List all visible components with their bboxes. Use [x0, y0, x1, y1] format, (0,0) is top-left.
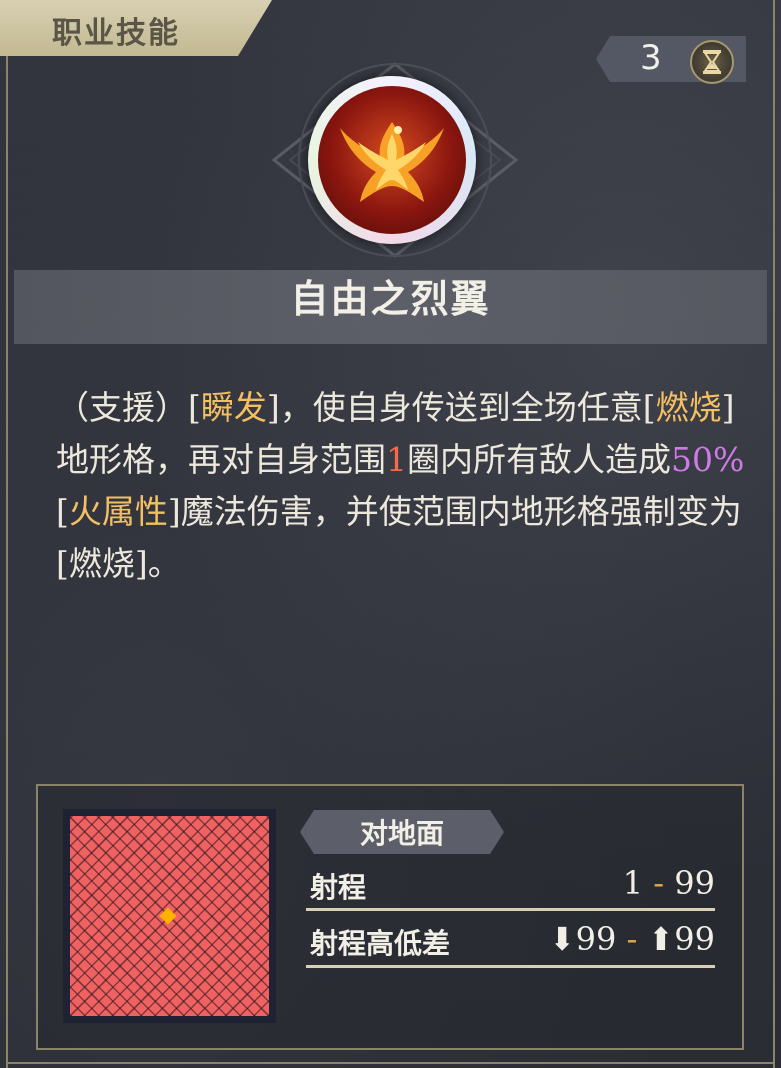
desc-text: [ [56, 492, 69, 531]
frame-border-right [773, 0, 775, 1068]
desc-text: ]，使自身传送到全场任意[ [266, 388, 656, 427]
cooldown-value: 3 [640, 38, 662, 78]
height-up: 99 [674, 920, 715, 958]
range-divider [306, 908, 715, 911]
arrow-up-icon: ⬆ [647, 920, 675, 958]
range-label: 射程 [310, 871, 367, 904]
height-diff-label: 射程高低差 [310, 927, 451, 960]
height-down: 99 [575, 920, 617, 958]
skill-description: （支援）[瞬发]，使自身传送到全场任意[燃烧]地形格，再对自身范围1圈内所有敌人… [56, 382, 746, 590]
height-diff-value: ⬇99 - ⬆99 [549, 920, 715, 958]
height-divider [306, 965, 715, 968]
range-max: 99 [674, 864, 715, 902]
phoenix-icon-art [340, 122, 444, 202]
desc-text: 圈内所有敌人造成 [407, 440, 671, 479]
hourglass-icon [690, 40, 734, 84]
desc-range-number: 1 [386, 440, 407, 479]
desc-damage-percent: 50% [671, 440, 745, 479]
height-separator: - [626, 920, 638, 958]
skill-icon-frame[interactable] [308, 76, 476, 244]
range-value: 1 - 99 [623, 864, 715, 902]
frame-border-bottom [6, 1062, 775, 1064]
desc-text: （支援）[ [56, 388, 201, 427]
skill-name: 自由之烈翼 [290, 276, 491, 321]
range-separator: - [653, 864, 665, 902]
target-type-label: 对地面 [359, 817, 444, 850]
desc-keyword-burning: 燃烧 [655, 388, 722, 427]
tab-title: 职业技能 [52, 16, 180, 51]
desc-keyword-fire: 火属性 [68, 492, 168, 531]
frame-border-left [6, 40, 8, 1068]
arrow-down-icon: ⬇ [548, 920, 576, 958]
phoenix-icon [318, 86, 466, 234]
hourglass-icon-glyph [703, 50, 721, 74]
range-min: 1 [622, 864, 644, 902]
desc-keyword-instant: 瞬发 [200, 388, 267, 427]
